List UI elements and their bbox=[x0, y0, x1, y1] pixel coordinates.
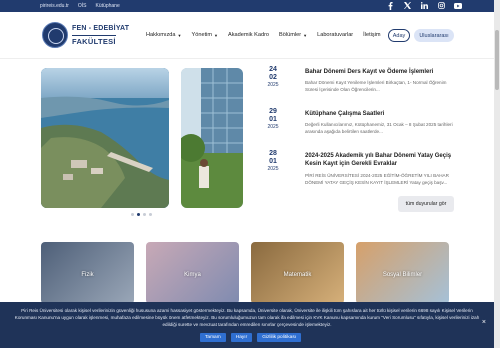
news-item[interactable]: 29 01 2025 Kütüphane Çalışma Saatleri De… bbox=[258, 108, 454, 150]
news-title[interactable]: 2024-2025 Akademik yılı Bahar Dönemi Yat… bbox=[305, 152, 455, 168]
card-label: Fizik bbox=[81, 272, 94, 278]
all-announcements-button[interactable]: tüm duyurular gör bbox=[398, 196, 454, 212]
card-physics[interactable]: Fizik bbox=[41, 242, 134, 304]
nav-item-about[interactable]: Hakkımızda ▼ bbox=[146, 32, 182, 38]
news-desc: Bahar Dönemi Kayıt Yenileme İşlemleri Bi… bbox=[305, 80, 447, 92]
card-chemistry[interactable]: Kimya bbox=[146, 242, 239, 304]
nav-item-management[interactable]: Yönetim ▼ bbox=[192, 32, 219, 38]
news-title[interactable]: Bahar Dönemi Ders Kayıt ve Ödeme İşlemle… bbox=[305, 68, 455, 76]
linkedin-icon[interactable] bbox=[420, 1, 428, 10]
slider-image-coast[interactable] bbox=[41, 68, 169, 208]
news-item[interactable]: 24 02 2025 Bahar Dönemi Ders Kayıt ve Öd… bbox=[258, 66, 454, 108]
close-icon[interactable]: × bbox=[482, 319, 486, 326]
top-link-university[interactable]: pirireis.edu.tr bbox=[40, 3, 69, 9]
news-month: 02 bbox=[269, 74, 277, 81]
news-day: 29 bbox=[269, 108, 277, 115]
news-date: 29 01 2025 bbox=[258, 108, 288, 131]
card-label: Sosyal Bilimler bbox=[382, 272, 423, 278]
scrollbar-thumb[interactable] bbox=[495, 30, 499, 90]
faculty-logo[interactable]: FEN - EDEBİYAT FAKÜLTESİ bbox=[42, 22, 130, 50]
instagram-icon[interactable] bbox=[437, 1, 445, 10]
chevron-down-icon: ▼ bbox=[303, 32, 308, 38]
card-label: Kimya bbox=[184, 272, 201, 278]
nav-label: Yönetim bbox=[191, 32, 213, 38]
slider-dot[interactable] bbox=[131, 213, 134, 216]
news-day: 28 bbox=[269, 150, 277, 157]
nav-label: Laboratuvarlar bbox=[317, 32, 354, 38]
social-links bbox=[386, 1, 462, 10]
international-button[interactable]: Uluslararası bbox=[414, 29, 454, 42]
privacy-policy-button[interactable]: Gizlilik politikası bbox=[257, 333, 302, 342]
slider-dot[interactable] bbox=[143, 213, 146, 216]
news-month: 01 bbox=[269, 158, 277, 165]
site-header: FEN - EDEBİYAT FAKÜLTESİ Hakkımızda ▼ Yön… bbox=[0, 12, 494, 59]
news-desc: Değerli Kullanıcılarımız, Kütüphanemiz, … bbox=[305, 122, 453, 134]
cookie-text: Piri Reis Üniversitesi olarak kişisel ve… bbox=[14, 308, 480, 327]
card-social-sciences[interactable]: Sosyal Bilimler bbox=[356, 242, 449, 304]
prospective-student-button[interactable]: Aday bbox=[388, 29, 410, 42]
nav-item-academic-staff[interactable]: Akademik Kadro bbox=[228, 32, 269, 38]
facebook-icon[interactable] bbox=[386, 1, 394, 10]
university-seal-icon bbox=[42, 22, 68, 48]
x-icon[interactable] bbox=[403, 1, 411, 10]
nav-item-departments[interactable]: Bölümler ▼ bbox=[279, 32, 307, 38]
top-link-ois[interactable]: OİS bbox=[78, 3, 87, 9]
slider-dots bbox=[131, 213, 152, 216]
news-year: 2025 bbox=[267, 166, 279, 172]
nav-label: Hakkımızda bbox=[146, 32, 176, 38]
chevron-down-icon: ▼ bbox=[177, 32, 182, 38]
cookie-reject-button[interactable]: Hayır bbox=[230, 333, 253, 342]
logo-line-1: FEN - EDEBİYAT bbox=[72, 25, 130, 32]
nav-item-laboratories[interactable]: Laboratuvarlar bbox=[317, 32, 353, 38]
card-label: Matematik bbox=[283, 272, 312, 278]
nav-label: Akademik Kadro bbox=[228, 32, 270, 38]
logo-line-2: FAKÜLTESİ bbox=[72, 35, 116, 46]
main-nav: Hakkımızda ▼ Yönetim ▼ Akademik Kadro Bölü… bbox=[146, 32, 391, 38]
youtube-icon[interactable] bbox=[454, 1, 462, 10]
news-desc: PİRİ REİS ÜNİVERSİTESİ 2024-2025 EĞİTİM-… bbox=[305, 173, 449, 185]
page-scrollbar[interactable] bbox=[494, 0, 500, 348]
news-title[interactable]: Kütüphane Çalışma Saatleri bbox=[305, 110, 455, 118]
top-links: pirireis.edu.tr OİS Kütüphane bbox=[40, 3, 120, 9]
nav-label: İletişim bbox=[363, 32, 381, 38]
department-cards: Fizik Kimya Matematik Sosyal Bilimler bbox=[41, 242, 449, 304]
news-month: 01 bbox=[269, 116, 277, 123]
news-day: 24 bbox=[269, 66, 277, 73]
nav-label: Bölümler bbox=[279, 32, 302, 38]
news-date: 24 02 2025 bbox=[258, 66, 288, 89]
nav-item-contact[interactable]: İletişim bbox=[363, 32, 380, 38]
news-date: 28 01 2025 bbox=[258, 150, 288, 173]
card-mathematics[interactable]: Matematik bbox=[251, 242, 344, 304]
top-link-library[interactable]: Kütüphane bbox=[96, 3, 120, 9]
slider-dot-active[interactable] bbox=[137, 213, 140, 216]
news-year: 2025 bbox=[267, 82, 279, 88]
news-year: 2025 bbox=[267, 124, 279, 130]
top-bar: pirireis.edu.tr OİS Kütüphane bbox=[0, 0, 500, 12]
news-item[interactable]: 28 01 2025 2024-2025 Akademik yılı Bahar… bbox=[258, 150, 454, 202]
announcements-list: 24 02 2025 Bahar Dönemi Ders Kayıt ve Öd… bbox=[258, 66, 454, 202]
chevron-down-icon: ▼ bbox=[214, 32, 218, 38]
slider-image-campus[interactable] bbox=[181, 68, 243, 208]
cookie-accept-button[interactable]: Tamam bbox=[200, 333, 226, 342]
slider-dot[interactable] bbox=[149, 213, 152, 216]
cookie-banner: Piri Reis Üniversitesi olarak kişisel ve… bbox=[0, 302, 494, 348]
cookie-buttons: Tamam Hayır Gizlilik politikası bbox=[200, 333, 302, 342]
